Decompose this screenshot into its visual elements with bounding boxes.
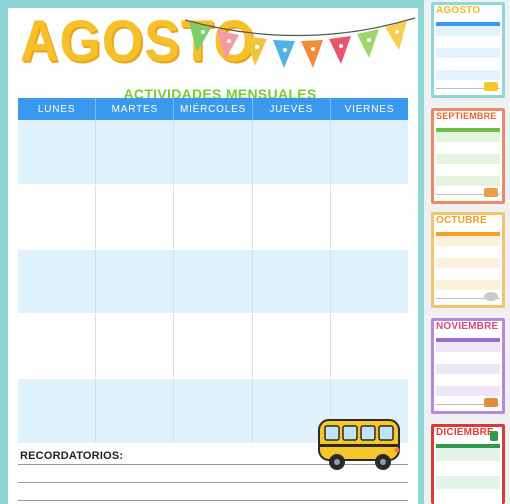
calendar-cell[interactable] (96, 249, 175, 314)
thumbnail-diciembre[interactable]: DICIEMBRE (431, 424, 505, 504)
thumbnail-sheet: SEPTIEMBRE (434, 111, 502, 201)
skull-icon (484, 398, 498, 407)
calendar-cell[interactable] (18, 379, 97, 443)
thumbnail-octubre[interactable]: OCTUBRE (431, 212, 505, 308)
calendar-cell[interactable] (18, 120, 97, 184)
calendar-cell[interactable] (253, 184, 331, 249)
document-viewer: AGOSTO ACTIVIDADES MENSUALES LUNES MARTE… (0, 0, 510, 504)
thumbnail-septiembre[interactable]: SEPTIEMBRE (431, 108, 505, 204)
calendar-cell[interactable] (96, 379, 175, 443)
calendar-cell[interactable] (174, 120, 253, 184)
bus-icon (484, 82, 498, 91)
planner-sheet: AGOSTO ACTIVIDADES MENSUALES LUNES MARTE… (8, 8, 418, 504)
thumbnail-title: OCTUBRE (436, 215, 487, 226)
calendar-cell[interactable] (331, 185, 408, 249)
thumbnail-title: SEPTIEMBRE (436, 111, 497, 121)
calendar-cell[interactable] (96, 184, 175, 249)
weekday-header: MIÉRCOLES (174, 98, 253, 120)
calendar-cell[interactable] (174, 314, 253, 379)
thumbnail-sheet: NOVIEMBRE (434, 321, 502, 411)
leaf-icon (484, 292, 498, 301)
reminders-label: RECORDATORIOS: (20, 450, 124, 462)
tacos-icon (484, 188, 498, 197)
calendar-cell[interactable] (18, 314, 97, 379)
thumbnail-grid (436, 132, 500, 187)
calendar-cell[interactable] (96, 314, 175, 379)
calendar-cell[interactable] (96, 120, 175, 184)
reminder-line[interactable] (18, 500, 408, 501)
tree-icon (490, 431, 498, 441)
calendar-cell[interactable] (174, 379, 253, 443)
calendar-week-row (18, 120, 408, 185)
school-bus-icon (318, 419, 400, 470)
weekday-header: VIERNES (344, 103, 395, 115)
calendar-cell[interactable] (174, 184, 253, 249)
calendar-cell[interactable] (253, 249, 331, 314)
calendar-week-row (18, 249, 408, 315)
thumbnail-grid (436, 236, 500, 291)
thumbnail-sheet: OCTUBRE (434, 215, 502, 305)
calendar-cell[interactable] (331, 250, 408, 314)
thumbnail-grid (436, 342, 500, 397)
thumbnail-sheet: DICIEMBRE (434, 427, 502, 504)
page-thumbnail-list: AGOSTO SEPTIEMBRE OCTUBRE NOVIEMBRE DICI… (428, 0, 510, 504)
thumbnail-sheet: AGOSTO (434, 5, 502, 95)
weekday-header: JUEVES (253, 98, 331, 120)
calendar-cell[interactable] (253, 314, 331, 379)
calendar-cell[interactable] (331, 120, 408, 184)
calendar-cell[interactable] (174, 249, 253, 314)
thumbnail-agosto[interactable]: AGOSTO (431, 2, 505, 98)
bunting-banner-icon (184, 17, 416, 68)
thumbnail-title: AGOSTO (436, 5, 481, 16)
thumbnail-grid (436, 448, 500, 504)
planner-page-frame[interactable]: AGOSTO ACTIVIDADES MENSUALES LUNES MARTE… (0, 0, 424, 504)
reminder-line[interactable] (18, 482, 408, 483)
calendar-cell[interactable] (253, 120, 331, 184)
thumbnail-title: NOVIEMBRE (436, 321, 499, 332)
calendar-week-row (18, 314, 408, 380)
calendar-cell[interactable] (18, 249, 97, 314)
weekday-header: LUNES (18, 98, 97, 120)
calendar-cell[interactable] (331, 314, 408, 378)
calendar-cell[interactable] (18, 184, 97, 249)
calendar-grid (18, 120, 408, 444)
weekday-header-row: LUNES MARTES MIÉRCOLES JUEVES VIERNES (18, 98, 408, 120)
weekday-header: MARTES (96, 98, 175, 120)
calendar-week-row (18, 184, 408, 250)
thumbnail-noviembre[interactable]: NOVIEMBRE (431, 318, 505, 414)
thumbnail-grid (436, 26, 500, 81)
thumbnail-title: DICIEMBRE (436, 427, 494, 438)
